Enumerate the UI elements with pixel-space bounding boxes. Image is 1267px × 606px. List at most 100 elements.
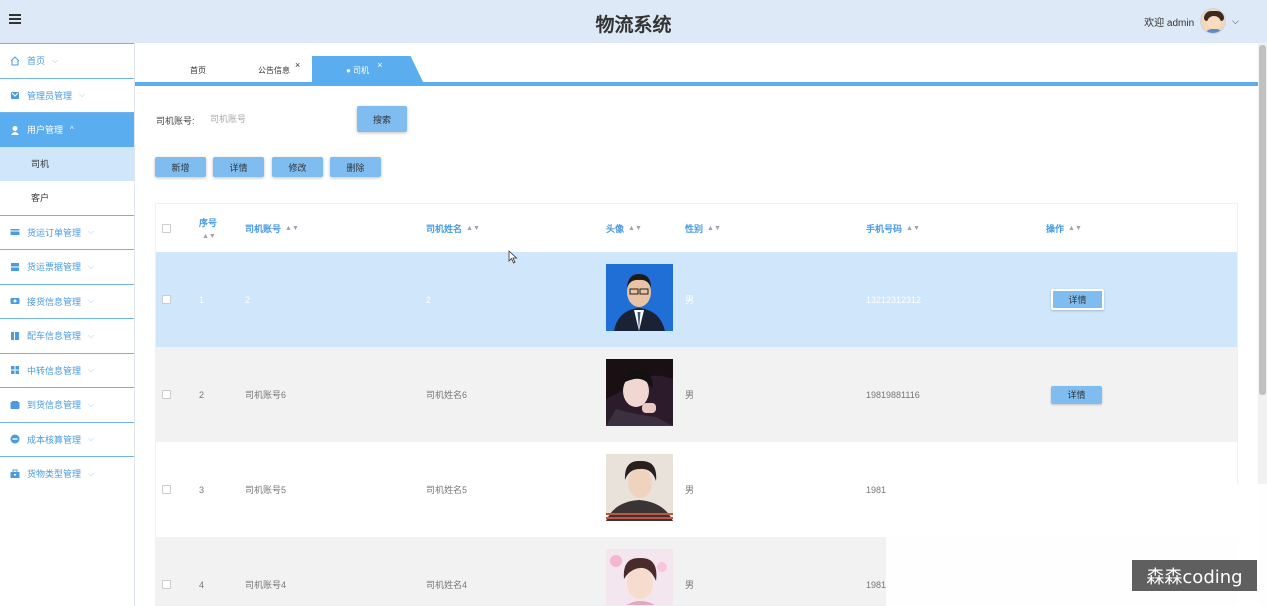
row-checkbox[interactable] <box>162 537 171 605</box>
chevron-down-icon[interactable]: ⌵ <box>1232 16 1239 27</box>
chevron-down-icon: ⌵ <box>79 90 86 100</box>
sidebar-item-home[interactable]: 首页 ⌵ <box>0 43 134 78</box>
column-index[interactable]: 序号 ▲▼ <box>199 204 217 252</box>
user-icon <box>9 125 20 135</box>
avatar[interactable] <box>1200 8 1227 34</box>
column-label: 序号 <box>199 218 218 228</box>
cell-account: 司机账号5 <box>245 485 287 495</box>
column-label: 手机号码 <box>866 223 903 234</box>
cell-index: 3 <box>199 484 205 495</box>
arrival-icon <box>9 400 20 410</box>
cell-name: 司机姓名6 <box>426 390 468 400</box>
row-detail-button[interactable]: 详情 <box>1051 385 1102 404</box>
sidebar-item-admin[interactable]: 管理员管理 ⌵ <box>0 77 134 113</box>
receive-icon <box>9 296 20 306</box>
edit-button[interactable]: 修改 <box>272 157 323 177</box>
cell-gender: 男 <box>685 485 695 495</box>
cell-ops: 详情 <box>1051 347 1102 442</box>
tab-label: 首页 <box>190 65 206 75</box>
transfer-icon <box>9 365 20 375</box>
sidebar-item-order[interactable]: 货运订单管理 ⌵ <box>0 214 134 250</box>
tab-bar: 首页 公告信息 × ● 司机 × <box>135 43 1258 84</box>
sort-icon[interactable]: ▲▼ <box>466 225 480 232</box>
sidebar: 首页 ⌵ 管理员管理 ⌵ 用户管理 ^ 司机 客户 货运订单管理 ⌵ 货运票据管… <box>0 43 135 606</box>
driver-avatar-photo <box>606 359 673 426</box>
sort-icon[interactable]: ▲▼ <box>906 225 920 232</box>
top-header: 物流系统 欢迎 admin ⌵ <box>0 0 1267 43</box>
add-button[interactable]: 新增 <box>155 157 206 177</box>
tab-notice[interactable]: 公告信息 × <box>258 56 300 84</box>
row-checkbox[interactable] <box>162 347 171 442</box>
cell-ops: 详情 <box>1051 252 1104 347</box>
cell-gender: 男 <box>685 580 695 590</box>
cell-phone: 1981 <box>866 484 887 495</box>
sidebar-item-label: 中转信息管理 <box>27 365 82 376</box>
column-name[interactable]: 司机姓名 ▲▼ <box>426 204 480 252</box>
sort-icon[interactable]: ▲▼ <box>628 225 642 232</box>
search-button[interactable]: 搜索 <box>357 106 407 132</box>
row-checkbox[interactable] <box>162 252 171 347</box>
sidebar-item-arrival[interactable]: 到货信息管理 ⌵ <box>0 387 134 422</box>
tab-label: 公告信息 <box>258 65 290 75</box>
cell-account: 司机账号4 <box>245 580 287 590</box>
sort-icon[interactable]: ▲▼ <box>202 233 216 240</box>
chevron-down-icon: ⌵ <box>88 330 95 340</box>
table-row[interactable]: 2 司机账号6 司机姓名6 男 19819881116 详情 <box>156 347 1237 442</box>
column-avatar[interactable]: 头像 ▲▼ <box>606 204 642 252</box>
detail-button[interactable]: 详情 <box>213 157 264 177</box>
close-icon[interactable]: × <box>377 60 382 70</box>
sidebar-item-ticket[interactable]: 货运票据管理 ⌵ <box>0 249 134 284</box>
cell-phone: 19819881116 <box>866 389 920 400</box>
row-checkbox[interactable] <box>162 442 171 537</box>
chevron-down-icon: ⌵ <box>88 434 95 444</box>
sidebar-item-label: 成本核算管理 <box>27 434 82 445</box>
driver-avatar-photo <box>606 549 673 605</box>
cell-index: 1 <box>199 294 205 305</box>
sidebar-item-label: 货物类型管理 <box>27 469 82 480</box>
cell-index: 4 <box>199 579 205 590</box>
tab-driver[interactable]: ● 司机 × <box>312 56 424 84</box>
sidebar-item-receive[interactable]: 接货信息管理 ⌵ <box>0 283 134 319</box>
mouse-cursor-icon <box>508 250 518 264</box>
column-account[interactable]: 司机账号 ▲▼ <box>245 204 299 252</box>
close-icon[interactable]: × <box>295 60 300 70</box>
sort-icon[interactable]: ▲▼ <box>707 225 721 232</box>
delete-button[interactable]: 删除 <box>330 157 381 177</box>
scrollbar-thumb[interactable] <box>1259 45 1266 395</box>
chevron-down-icon: ⌵ <box>88 261 95 271</box>
sidebar-item-user-management[interactable]: 用户管理 ^ <box>0 112 134 147</box>
ticket-icon <box>9 262 20 272</box>
sort-icon[interactable]: ▲▼ <box>1068 225 1082 232</box>
column-ops[interactable]: 操作 ▲▼ <box>1046 204 1082 252</box>
column-gender[interactable]: 性别 ▲▼ <box>685 204 721 252</box>
sidebar-subitem-driver[interactable]: 司机 <box>0 146 134 181</box>
sidebar-item-cost[interactable]: 成本核算管理 ⌵ <box>0 421 134 457</box>
select-all-checkbox[interactable] <box>162 204 171 252</box>
cell-phone: 1981 <box>866 579 887 590</box>
search-input[interactable] <box>210 110 345 128</box>
admin-icon <box>9 90 20 100</box>
sidebar-subitem-customer[interactable]: 客户 <box>0 181 134 215</box>
cost-icon <box>9 434 20 444</box>
column-label: 性别 <box>685 223 704 234</box>
app-title: 物流系统 <box>595 14 672 36</box>
watermark-text: 森森coding <box>1132 560 1257 591</box>
row-detail-button[interactable]: 详情 <box>1051 289 1104 310</box>
vehicle-icon <box>9 331 20 341</box>
search-label: 司机账号: <box>156 116 195 126</box>
tab-home[interactable]: 首页 <box>190 56 206 84</box>
chevron-down-icon: ⌵ <box>88 227 95 237</box>
column-phone[interactable]: 手机号码 ▲▼ <box>866 204 920 252</box>
sidebar-item-label: 货运订单管理 <box>27 227 82 238</box>
table-row[interactable]: 1 2 2 男 13212312312 详情 <box>156 252 1237 347</box>
sidebar-item-goods-type[interactable]: 货物类型管理 ⌵ <box>0 456 134 491</box>
order-icon <box>9 227 20 237</box>
user-menu[interactable]: 欢迎 admin ⌵ <box>1144 6 1239 36</box>
goods-type-icon <box>9 469 20 479</box>
chevron-down-icon: ⌵ <box>88 399 95 409</box>
sidebar-item-vehicle[interactable]: 配车信息管理 ⌵ <box>0 318 134 353</box>
sort-icon[interactable]: ▲▼ <box>285 225 299 232</box>
tab-underline <box>135 82 1258 86</box>
cell-index: 2 <box>199 389 205 400</box>
sidebar-item-transfer[interactable]: 中转信息管理 ⌵ <box>0 352 134 388</box>
